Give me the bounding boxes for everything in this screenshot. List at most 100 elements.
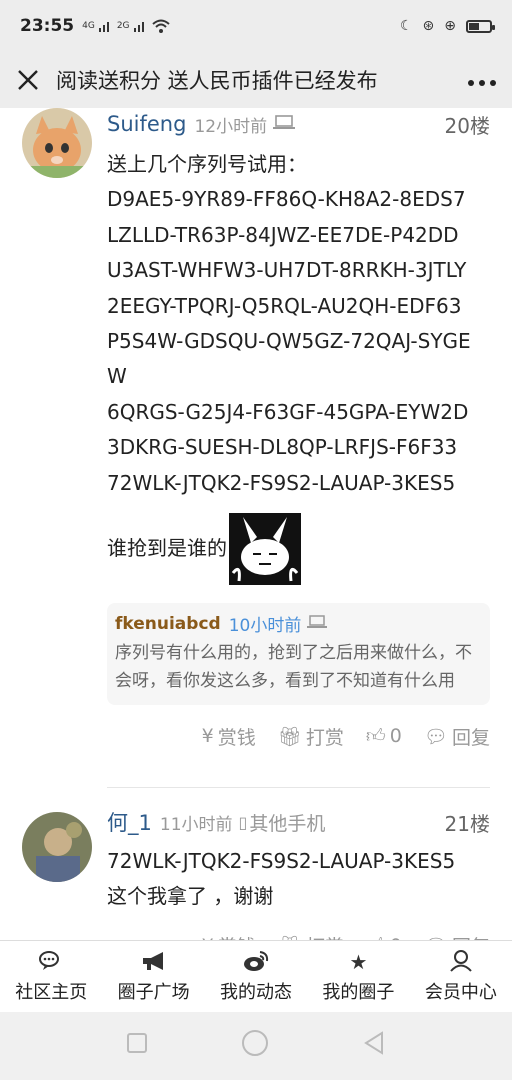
weibo-icon (243, 950, 269, 974)
post-line: LZLLD-TR63P-84JWZ-EE7DE-P42DD (107, 222, 459, 247)
tab-label: 会员中心 (424, 981, 497, 1003)
star-icon: ★ (349, 949, 368, 974)
laptop-icon (307, 614, 328, 633)
reply-box[interactable]: fkenuiabcd 10小时前 序列号有什么用的，抢到了之后用来做什么，不会呀… (107, 603, 490, 706)
reply-time: 10小时前 (228, 616, 302, 637)
kitten-avatar-image (22, 108, 92, 178)
post-time: 12小时前 (194, 116, 268, 137)
thread-content[interactable]: Suifeng 12小时前 20楼 送上几个序列号试用： D9AE5-9YR89… (0, 108, 512, 940)
square-icon (127, 1033, 148, 1053)
reply-meta: fkenuiabcd 10小时前 (115, 611, 482, 636)
comment-button[interactable]: 💬︎回复 (424, 723, 490, 750)
megaphone-icon (141, 950, 167, 974)
post-line: W (107, 364, 127, 389)
post-floor-20: Suifeng 12小时前 20楼 送上几个序列号试用： D9AE5-9YR89… (0, 108, 512, 767)
reward-label: 赏钱 (218, 932, 256, 940)
post-line: P5S4W-GDSQU-QW5GZ-72QAJ-SYGE (107, 329, 471, 354)
post-meta: 何_1 11小时前 ▯ 其他手机 21楼 (107, 806, 490, 838)
reward-button[interactable]: ¥赏钱 (202, 723, 256, 750)
lock-icon: ⊕ (444, 18, 456, 34)
signal-icon-2 (133, 22, 144, 32)
tip-button[interactable]: 🎁︎打赏 (278, 932, 344, 940)
circle-icon (241, 1030, 268, 1056)
post-line: 3DKRG-SUESH-DL8QP-LRFJS-F6F33 (107, 435, 458, 460)
tab-label: 圈子广场 (117, 981, 190, 1003)
tip-label: 打赏 (305, 726, 344, 749)
title-bar: 阅读送积分 送人民币插件已经发布 (0, 52, 512, 108)
thumbs-up-icon: 👍︎ (365, 724, 386, 747)
close-button[interactable] (0, 52, 56, 108)
bottom-tab-bar: 社区主页 圈子广场 我的动态 ★ 我的圈子 会员中心 (0, 940, 512, 1012)
yen-icon: ¥ (201, 725, 214, 748)
post-line: 72WLK-JTQK2-FS9S2-LAUAP-3KES5 (107, 849, 456, 874)
tip-button[interactable]: 🎁︎打赏 (278, 723, 344, 750)
network-2g-label: 2G (116, 21, 130, 31)
like-count: 0 (389, 725, 402, 748)
moon-icon: ☾ (399, 18, 413, 34)
tab-member-center[interactable]: 会员中心 (410, 941, 512, 1012)
system-nav-bar (0, 1012, 512, 1080)
floor-number: 21楼 (444, 811, 490, 836)
gift-icon: 🎁︎ (277, 725, 302, 748)
reply-text: 序列号有什么用的，抢到了之后用来做什么，不会呀，看你发这么多，看到了不知道有什么… (115, 643, 472, 692)
comment-label: 回复 (452, 932, 490, 940)
comment-button[interactable]: 💬︎回复 (424, 932, 490, 940)
close-icon (18, 70, 38, 90)
user-icon (449, 949, 473, 974)
phone-icon: ▯ (238, 812, 248, 832)
post-floor-21: 何_1 11小时前 ▯ 其他手机 21楼 72WLK-JTQK2-FS9S2-L… (0, 788, 512, 940)
status-time: 23:55 (20, 16, 75, 36)
tab-my-activity[interactable]: 我的动态 (205, 941, 307, 1012)
post-line: 谁抢到是谁的 (107, 536, 227, 561)
signal-icon (98, 22, 109, 32)
post-time: 11小时前 (159, 814, 233, 835)
post-meta: Suifeng 12小时前 20楼 (107, 108, 490, 140)
alarm-icon: ⊛ (422, 18, 435, 34)
tip-label: 打赏 (306, 932, 344, 940)
chat-bubbles-icon (39, 950, 63, 974)
post-last-line: 谁抢到是谁的 (107, 513, 490, 586)
reply-username[interactable]: fkenuiabcd (115, 614, 221, 634)
post-line: 72WLK-JTQK2-FS9S2-LAUAP-3KES5 (107, 470, 456, 495)
more-menu-button[interactable] (452, 68, 512, 93)
more-dots-icon (468, 79, 496, 86)
wifi-icon (151, 19, 170, 33)
battery-icon (466, 19, 495, 33)
post-body: 送上几个序列号试用： D9AE5-9YR89-FF86Q-KH8A2-8EDS7… (107, 147, 490, 586)
like-button[interactable]: 👍︎0 (366, 725, 402, 748)
speech-bubble-icon: 💬︎ (423, 725, 448, 748)
reward-button[interactable]: ¥赏钱 (202, 932, 256, 940)
device-label: 其他手机 (249, 812, 326, 835)
avatar[interactable] (22, 108, 92, 178)
reward-label: 赏钱 (217, 726, 256, 749)
tab-circle-plaza[interactable]: 圈子广场 (102, 941, 204, 1012)
post-line: 送上几个序列号试用： (107, 152, 307, 176)
username[interactable]: Suifeng (107, 112, 186, 136)
tab-my-circles[interactable]: ★ 我的圈子 (307, 941, 409, 1012)
laptop-icon (273, 114, 296, 134)
tab-community-home[interactable]: 社区主页 (0, 941, 102, 1012)
comment-label: 回复 (451, 726, 490, 749)
post-actions: ¥赏钱 🎁︎打赏 👍︎0 💬︎回复 (107, 915, 490, 940)
tab-label: 我的圈子 (322, 981, 395, 1003)
home-button[interactable] (241, 1029, 269, 1063)
post-actions: ¥赏钱 🎁︎打赏 👍︎0 💬︎回复 (107, 705, 490, 767)
recent-apps-button[interactable] (126, 1032, 148, 1060)
network-indicators: 4G 2G (82, 19, 170, 33)
floor-number: 20楼 (444, 113, 490, 138)
back-button[interactable] (362, 1031, 386, 1061)
post-line: 这个我拿了 ，谢谢 (107, 884, 274, 909)
avatar[interactable] (22, 812, 92, 883)
post-line: U3AST-WHFW3-UH7DT-8RRKH-3JTLY (107, 258, 467, 283)
sticker-image[interactable] (229, 513, 301, 586)
tab-label: 我的动态 (220, 981, 293, 1003)
status-right: ☾ ⊛ ⊕ (399, 18, 495, 34)
post-body: 72WLK-JTQK2-FS9S2-LAUAP-3KES5 这个我拿了 ，谢谢 (107, 844, 490, 915)
post-line: D9AE5-9YR89-FF86Q-KH8A2-8EDS7 (107, 187, 466, 212)
page-title: 阅读送积分 送人民币插件已经发布 (56, 69, 378, 93)
username[interactable]: 何_1 (107, 807, 152, 837)
tab-label: 社区主页 (15, 981, 88, 1003)
user-avatar-image (22, 812, 92, 883)
post-line: 6QRGS-G25J4-F63GF-45GPA-EYW2D (107, 399, 469, 424)
triangle-back-icon (363, 1031, 383, 1055)
